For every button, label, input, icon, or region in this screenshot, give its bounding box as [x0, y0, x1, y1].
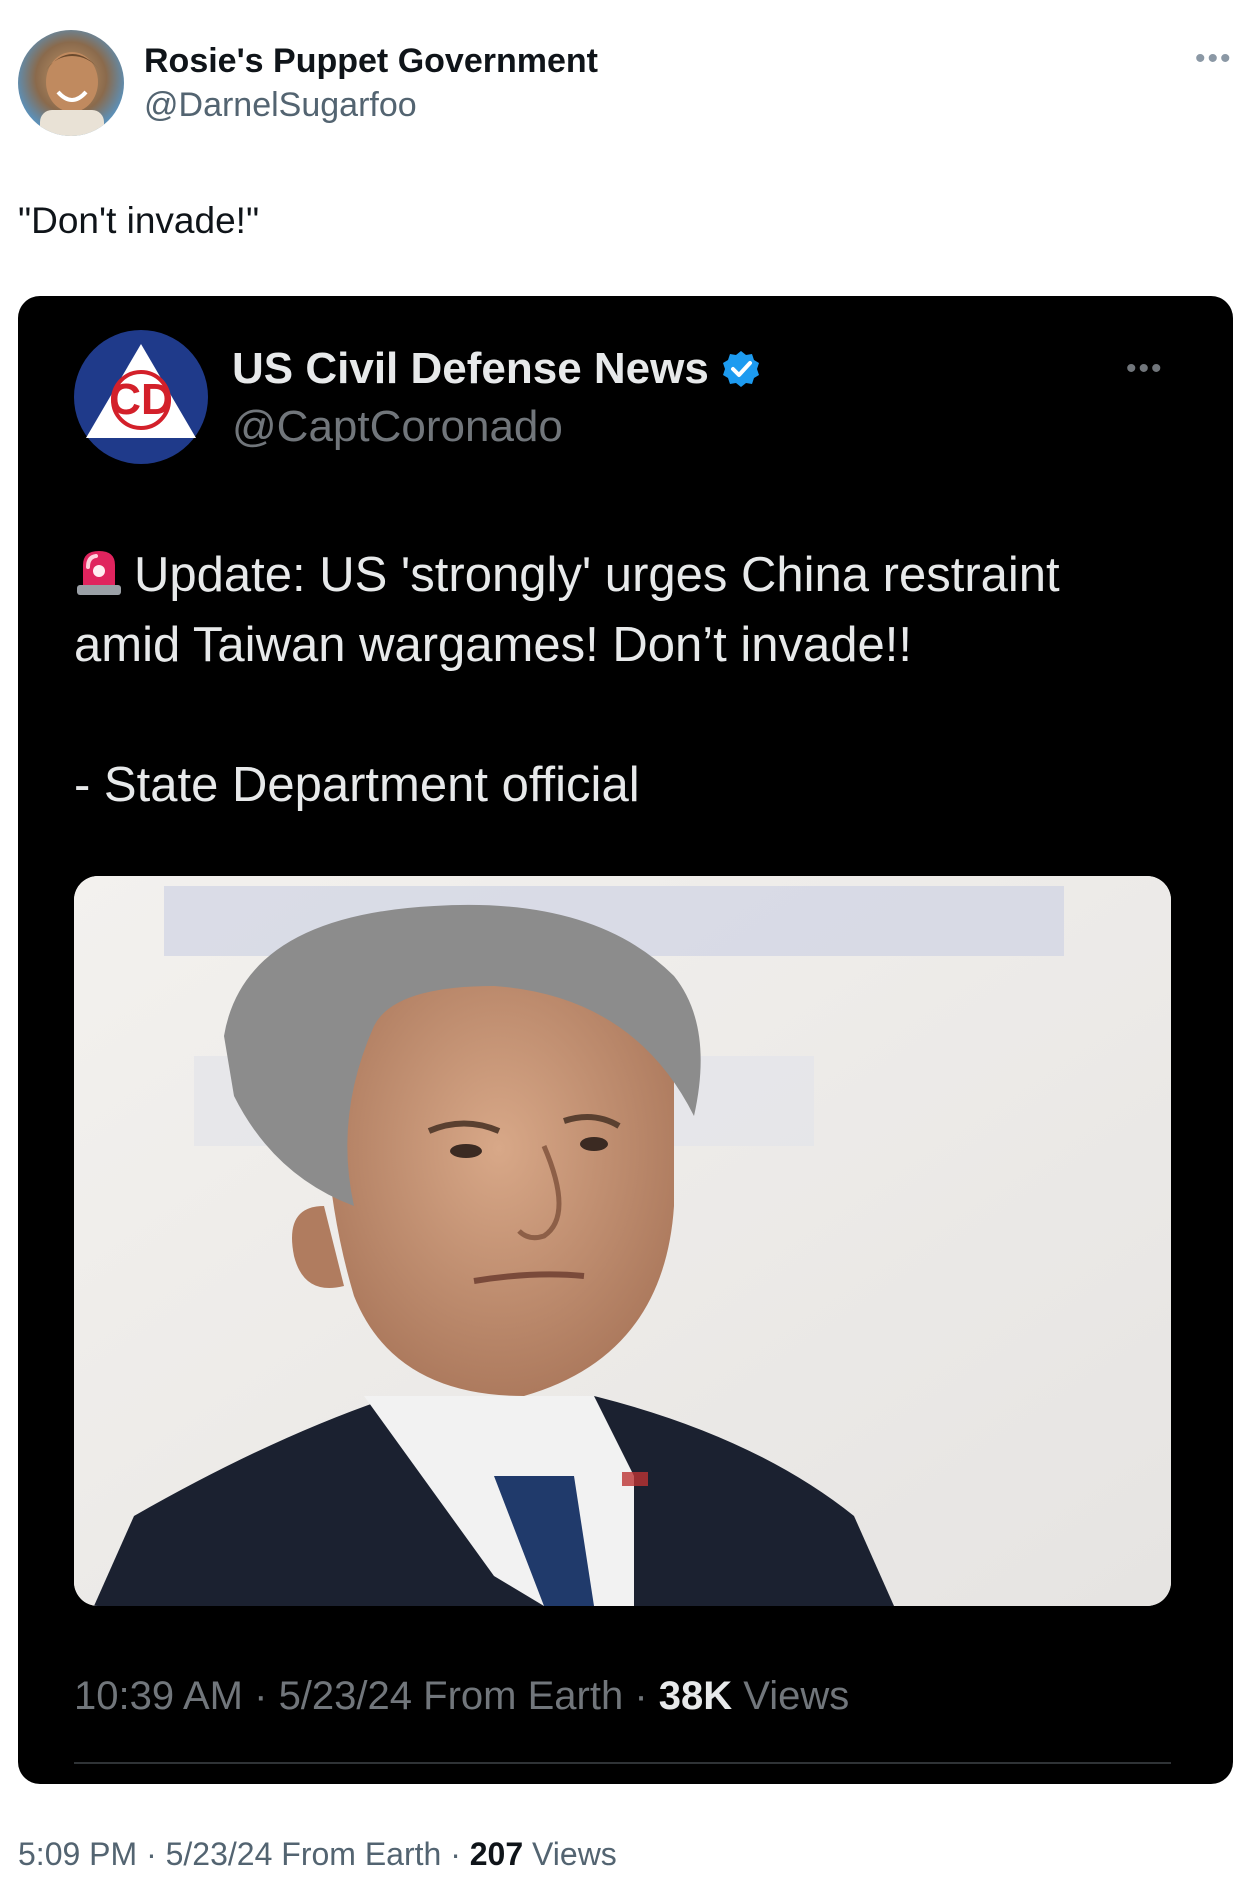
quoted-author-handle[interactable]: @CaptCoronado	[232, 402, 563, 452]
more-options-icon[interactable]: •••	[1195, 44, 1233, 74]
quoted-tweet[interactable]: CD US Civil Defense News @CaptCoronado •…	[18, 296, 1233, 1784]
tweet-date[interactable]: 5/23/24	[166, 1836, 273, 1872]
quoted-tweet-image[interactable]	[74, 876, 1171, 1606]
tweet-views-label: Views	[532, 1836, 617, 1872]
quoted-tweet-text: Update: US 'strongly' urges China restra…	[74, 540, 1154, 820]
civil-defense-logo-icon[interactable]: CD	[74, 330, 208, 464]
tweet-time[interactable]: 5:09 PM	[18, 1836, 137, 1872]
author-name[interactable]: Rosie's Puppet Government	[144, 42, 598, 81]
quoted-source: From Earth	[423, 1674, 624, 1718]
police-light-icon	[77, 551, 121, 595]
quoted-views-label: Views	[743, 1674, 850, 1718]
quoted-text-line-3: - State Department official	[74, 758, 640, 812]
quoted-date[interactable]: 5/23/24	[279, 1674, 412, 1718]
quoted-text-line-2: amid Taiwan wargames! Don’t invade!!	[74, 618, 912, 672]
quoted-more-options-icon[interactable]: •••	[1126, 352, 1164, 386]
tweet-source: From Earth	[281, 1836, 442, 1872]
quoted-text-line-1-text: Update: US 'strongly' urges China restra…	[134, 548, 1060, 602]
verified-badge-icon[interactable]	[721, 349, 761, 389]
quoted-tweet-metadata: 10:39 AM · 5/23/24 From Earth · 38K View…	[74, 1674, 850, 1718]
tweet-views-count: 207	[469, 1836, 524, 1872]
quoted-author-name-text: US Civil Defense News	[232, 344, 709, 393]
tweet-text: "Don't invade!"	[18, 200, 260, 241]
avatar[interactable]	[18, 30, 124, 136]
quoted-divider	[74, 1762, 1171, 1764]
author-handle[interactable]: @DarnelSugarfoo	[144, 86, 417, 125]
avatar-photo	[40, 52, 104, 136]
portrait-photo	[74, 876, 1171, 1606]
quoted-views-count: 38K	[658, 1674, 733, 1718]
quoted-author-name[interactable]: US Civil Defense News	[232, 344, 761, 394]
quoted-text-line-1: Update: US 'strongly' urges China restra…	[74, 540, 1154, 610]
quoted-time[interactable]: 10:39 AM	[74, 1674, 243, 1718]
tweet-metadata: 5:09 PM · 5/23/24 From Earth · 207 Views	[18, 1836, 617, 1872]
